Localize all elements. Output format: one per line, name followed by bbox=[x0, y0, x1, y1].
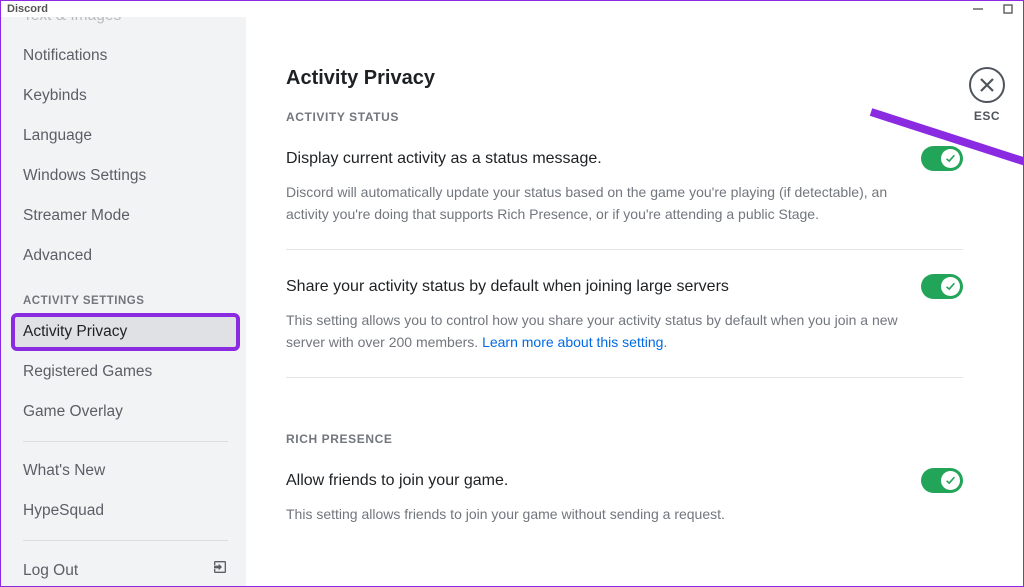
sidebar-item-notifications[interactable]: Notifications bbox=[13, 37, 238, 75]
sidebar-divider bbox=[23, 540, 228, 541]
settings-sidebar: Text & Images Notifications Keybinds Langua… bbox=[1, 17, 246, 586]
sidebar-item-label: Log Out bbox=[23, 560, 78, 582]
close-icon bbox=[969, 67, 1005, 103]
app-container: Text & Images Notifications Keybinds Langua… bbox=[1, 17, 1023, 586]
sidebar-item-label: HypeSquad bbox=[23, 500, 104, 522]
setting-description: This setting allows friends to join your… bbox=[286, 503, 906, 525]
logout-icon bbox=[212, 559, 228, 582]
section-header: ACTIVITY STATUS bbox=[286, 110, 963, 124]
sidebar-item-hypesquad[interactable]: HypeSquad bbox=[13, 492, 238, 530]
setting-description: Discord will automatically update your s… bbox=[286, 181, 906, 225]
sidebar-item-text-images[interactable]: Text & Images bbox=[13, 17, 238, 35]
maximize-button[interactable] bbox=[993, 1, 1023, 17]
sidebar-item-label: Activity Privacy bbox=[23, 321, 127, 343]
settings-content: ESC Activity Privacy ACTIVITY STATUS Disp… bbox=[246, 17, 1023, 586]
titlebar-title: Discord bbox=[7, 3, 48, 15]
setting-row: Display current activity as a status mes… bbox=[286, 146, 963, 171]
setting-item: Share your activity status by default wh… bbox=[286, 274, 963, 353]
setting-item: Display current activity as a status mes… bbox=[286, 146, 963, 225]
sidebar-item-advanced[interactable]: Advanced bbox=[13, 237, 238, 275]
sidebar-item-activity-privacy[interactable]: Activity Privacy bbox=[11, 313, 240, 351]
setting-title: Display current activity as a status mes… bbox=[286, 148, 602, 170]
sidebar-item-label: Language bbox=[23, 125, 92, 147]
content-divider bbox=[286, 377, 963, 378]
sidebar-item-label: Game Overlay bbox=[23, 401, 123, 423]
sidebar-item-what-s-new[interactable]: What's New bbox=[13, 452, 238, 490]
close-label: ESC bbox=[969, 109, 1005, 123]
section-header: RICH PRESENCE bbox=[286, 432, 963, 446]
setting-description: This setting allows you to control how y… bbox=[286, 309, 906, 353]
sidebar-item-language[interactable]: Language bbox=[13, 117, 238, 155]
toggle-switch[interactable] bbox=[921, 274, 963, 299]
sidebar-item-log-out[interactable]: Log Out bbox=[13, 551, 238, 586]
titlebar: Discord bbox=[1, 1, 1023, 17]
toggle-knob bbox=[941, 277, 960, 296]
page-title: Activity Privacy bbox=[286, 67, 963, 90]
sidebar-item-label: Keybinds bbox=[23, 85, 87, 107]
learn-more-link[interactable]: Learn more about this setting bbox=[482, 334, 663, 350]
sidebar-item-label: Advanced bbox=[23, 245, 92, 267]
setting-row: Allow friends to join your game. bbox=[286, 468, 963, 493]
sidebar-item-label: What's New bbox=[23, 460, 105, 482]
toggle-knob bbox=[941, 149, 960, 168]
sidebar-item-registered-games[interactable]: Registered Games bbox=[13, 353, 238, 391]
sidebar-section-header: ACTIVITY SETTINGS bbox=[13, 277, 238, 313]
sidebar-item-label: Text & Images bbox=[23, 17, 121, 27]
sidebar-divider bbox=[23, 441, 228, 442]
sidebar-item-label: Registered Games bbox=[23, 361, 152, 383]
setting-item: Allow friends to join your game. This set… bbox=[286, 468, 963, 525]
sidebar-item-label: Notifications bbox=[23, 45, 107, 67]
setting-title: Allow friends to join your game. bbox=[286, 470, 508, 492]
sidebar-item-windows-settings[interactable]: Windows Settings bbox=[13, 157, 238, 195]
setting-title: Share your activity status by default wh… bbox=[286, 276, 729, 298]
toggle-switch[interactable] bbox=[921, 146, 963, 171]
sidebar-item-label: Windows Settings bbox=[23, 165, 146, 187]
setting-row: Share your activity status by default wh… bbox=[286, 274, 963, 299]
minimize-button[interactable] bbox=[963, 1, 993, 17]
sidebar-item-game-overlay[interactable]: Game Overlay bbox=[13, 393, 238, 431]
titlebar-controls bbox=[963, 1, 1023, 17]
sidebar-item-label: Streamer Mode bbox=[23, 205, 130, 227]
toggle-switch[interactable] bbox=[921, 468, 963, 493]
close-settings-button[interactable]: ESC bbox=[969, 67, 1005, 123]
sidebar-item-streamer-mode[interactable]: Streamer Mode bbox=[13, 197, 238, 235]
toggle-knob bbox=[941, 471, 960, 490]
sidebar-item-keybinds[interactable]: Keybinds bbox=[13, 77, 238, 115]
content-divider bbox=[286, 249, 963, 250]
